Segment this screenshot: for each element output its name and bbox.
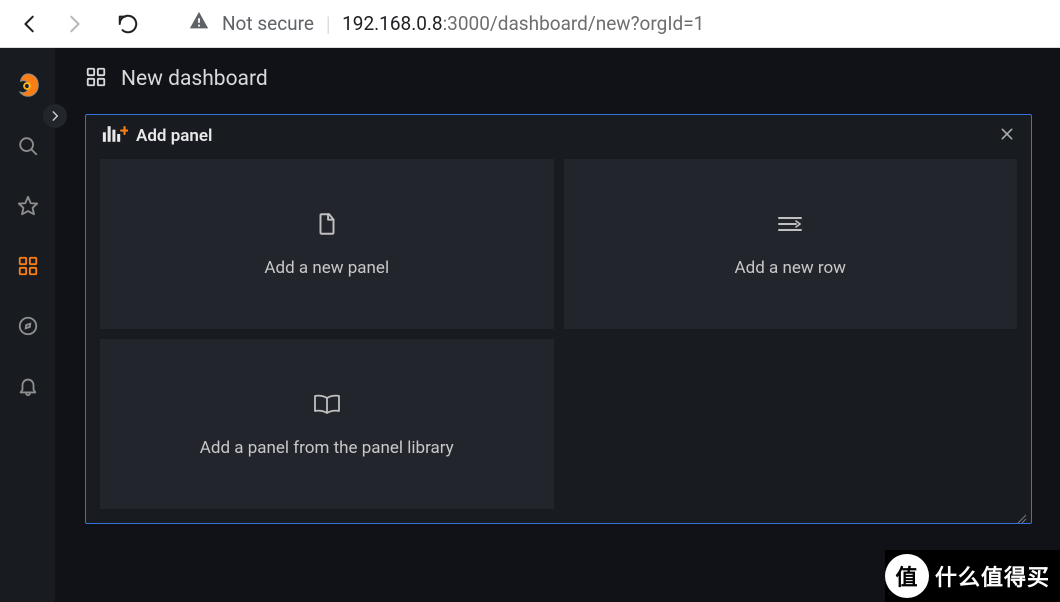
left-sidebar — [0, 48, 55, 602]
watermark-badge: 值 什么值得买 — [885, 550, 1060, 602]
watermark-circle-icon: 值 — [885, 554, 929, 598]
url-text: 192.168.0.8:3000/dashboard/new?orgId=1 — [342, 12, 704, 35]
empty-card-slot — [564, 339, 1018, 509]
page-header: New dashboard — [85, 66, 1032, 92]
browser-toolbar: Not secure | 192.168.0.8:3000/dashboard/… — [0, 0, 1060, 48]
explore-icon[interactable] — [8, 306, 48, 346]
wizard-header: Add panel — [86, 115, 1031, 159]
wizard-title: Add panel — [136, 126, 212, 146]
grafana-logo-icon[interactable] — [8, 66, 48, 106]
reload-button[interactable] — [108, 4, 148, 44]
alerting-icon[interactable] — [8, 366, 48, 406]
add-new-panel-card[interactable]: Add a new panel — [100, 159, 554, 329]
address-bar[interactable]: Not secure | 192.168.0.8:3000/dashboard/… — [188, 10, 704, 37]
main-content: New dashboard Add panel — [55, 48, 1060, 602]
not-secure-icon — [188, 10, 210, 37]
search-icon[interactable] — [8, 126, 48, 166]
card-label: Add a new row — [735, 258, 846, 278]
page-title: New dashboard — [121, 67, 268, 91]
star-icon[interactable] — [8, 186, 48, 226]
bar-chart-plus-icon — [102, 125, 128, 147]
book-open-icon — [312, 391, 342, 422]
forward-button[interactable] — [54, 4, 94, 44]
dashboard-grid-icon — [85, 66, 107, 92]
resize-handle[interactable] — [1015, 509, 1027, 521]
close-button[interactable] — [999, 126, 1015, 146]
rows-icon — [776, 211, 804, 242]
add-panel-wizard: Add panel Add a new panel Add — [85, 114, 1032, 524]
wizard-cards: Add a new panel Add a new row Add a pane… — [86, 159, 1031, 523]
file-icon — [314, 211, 340, 242]
dashboards-icon[interactable] — [8, 246, 48, 286]
app-root: New dashboard Add panel — [0, 48, 1060, 602]
watermark-text: 什么值得买 — [935, 560, 1050, 592]
url-separator: | — [326, 12, 330, 36]
card-label: Add a new panel — [264, 258, 389, 278]
add-from-library-card[interactable]: Add a panel from the panel library — [100, 339, 554, 509]
card-label: Add a panel from the panel library — [200, 438, 454, 458]
add-new-row-card[interactable]: Add a new row — [564, 159, 1018, 329]
sidebar-expand-handle[interactable] — [43, 104, 67, 128]
not-secure-label: Not secure — [222, 12, 314, 35]
back-button[interactable] — [10, 4, 50, 44]
